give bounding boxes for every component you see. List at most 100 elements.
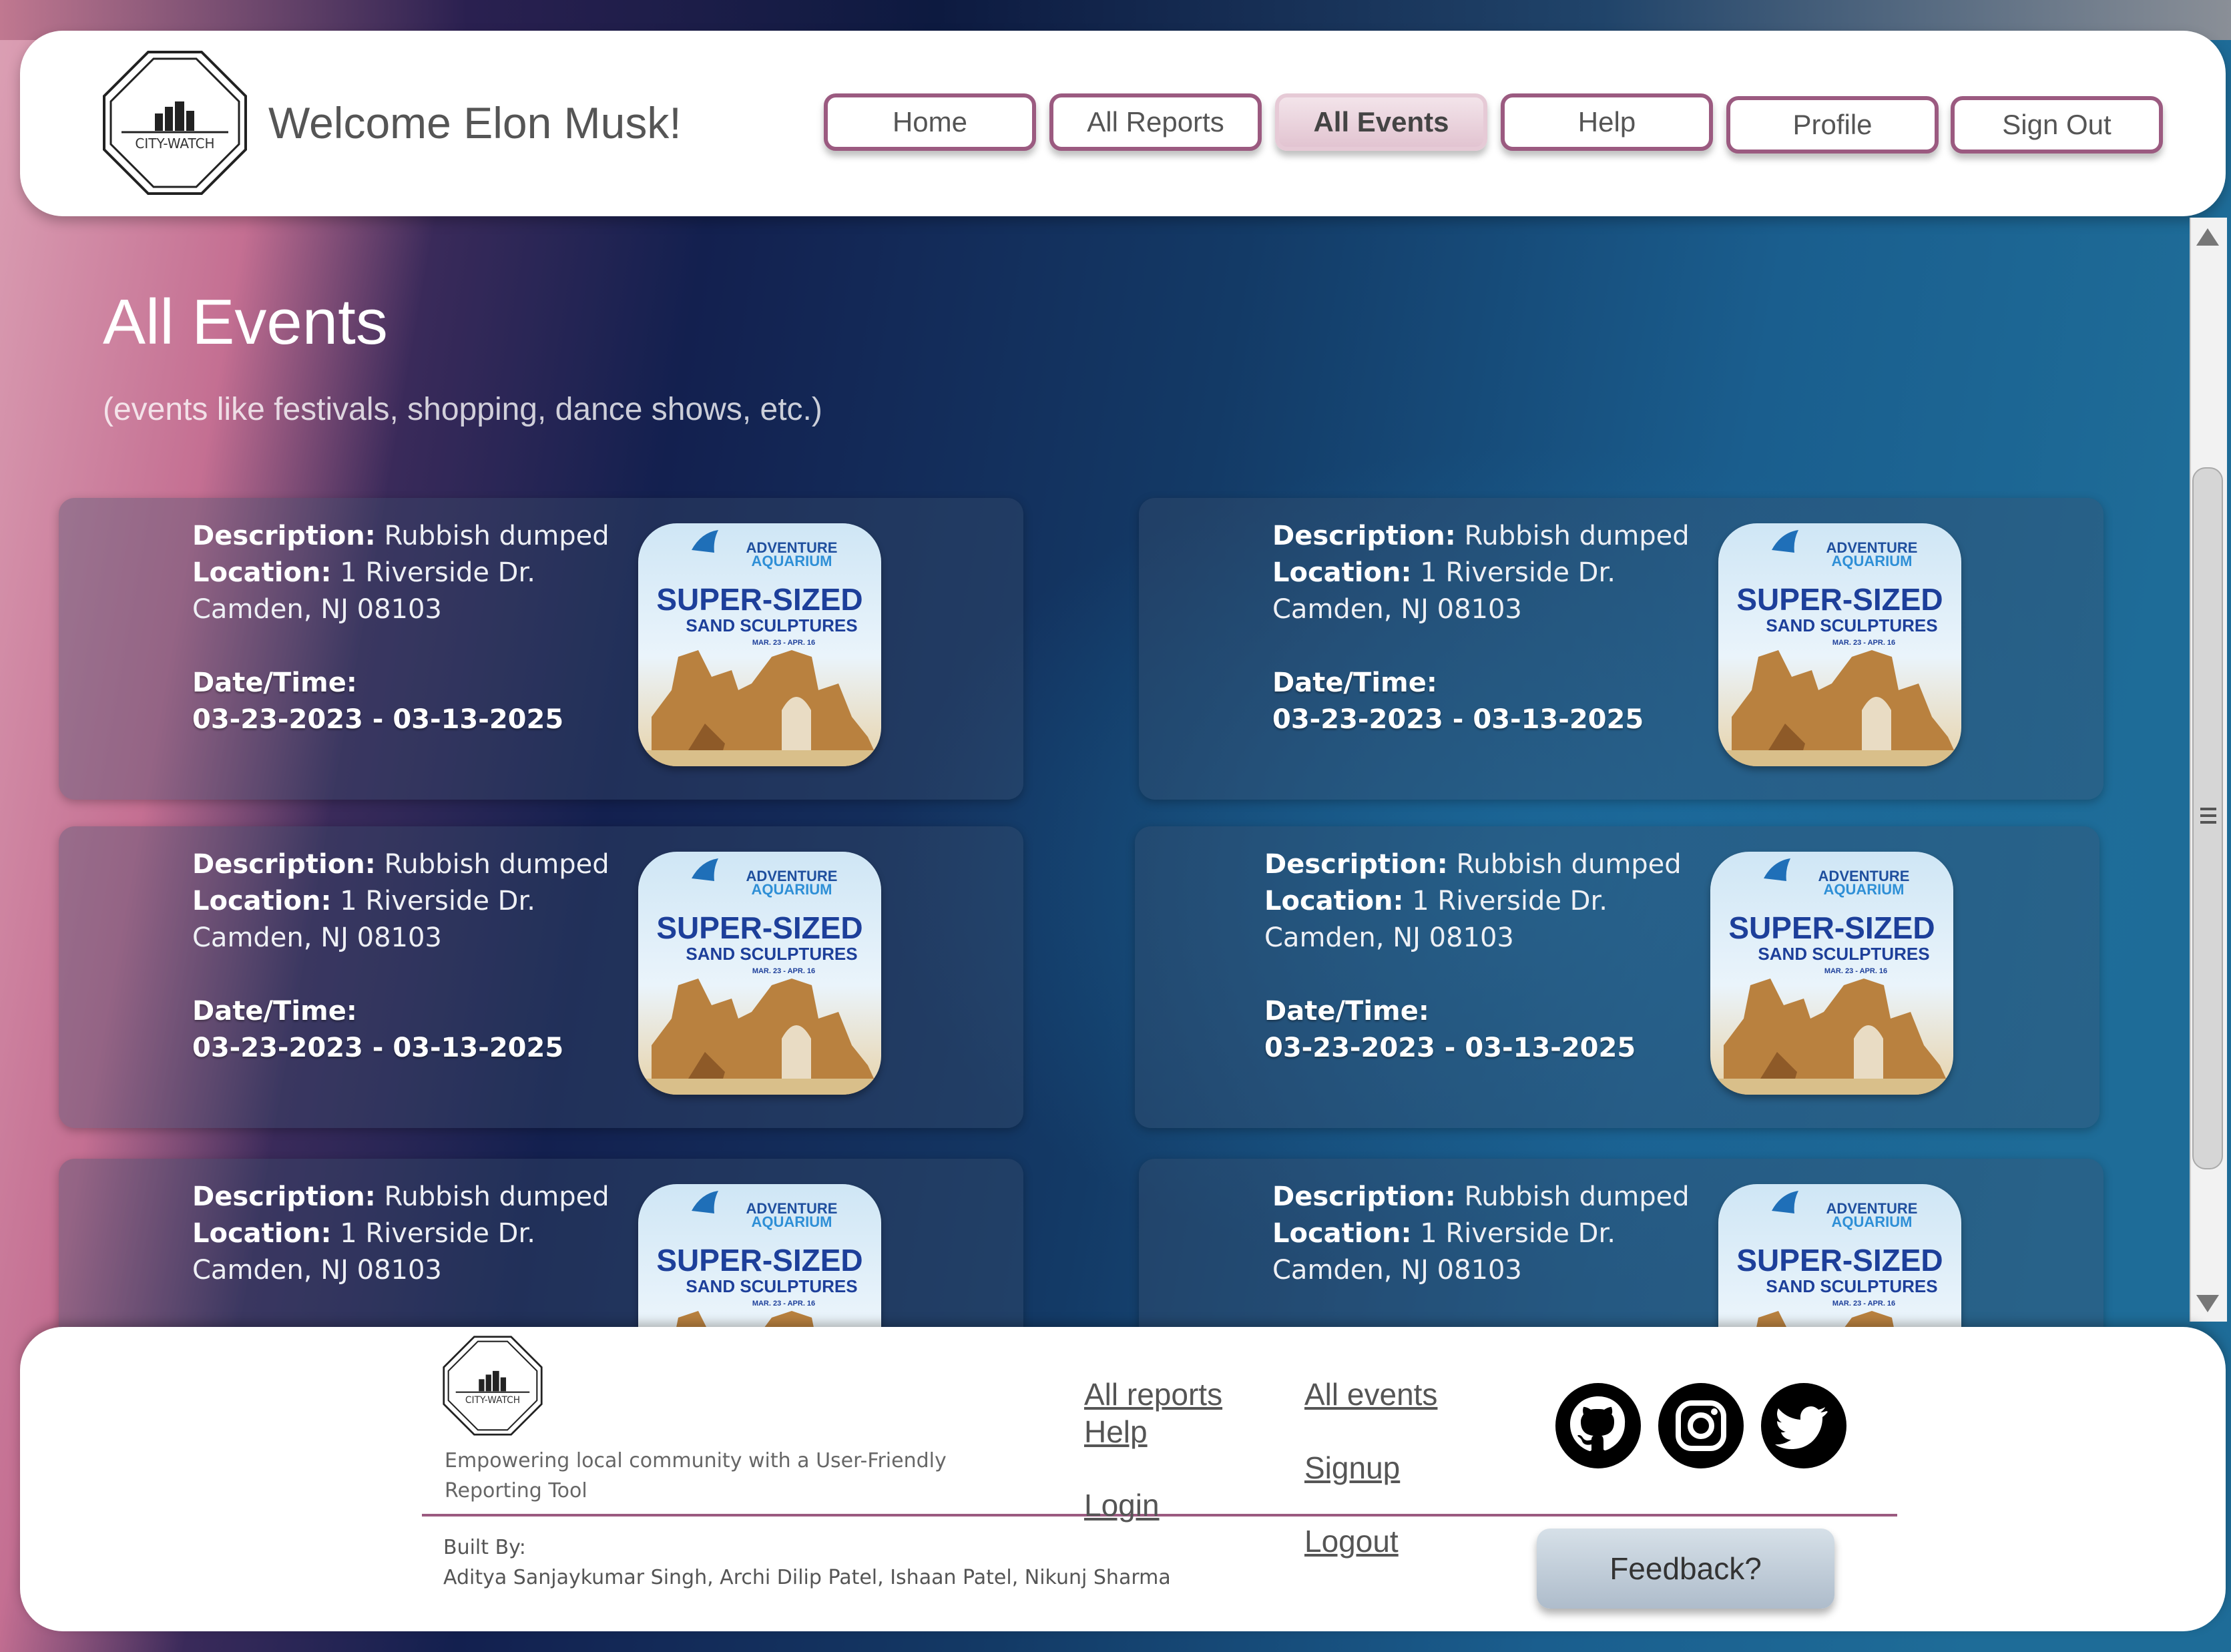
footer-link-all-events[interactable]: All events <box>1304 1376 1437 1412</box>
event-datetime: 03-23-2023 - 03-13-2025 <box>1272 704 1644 735</box>
header-bar: CITY-WATCH Welcome Elon Musk! Home All R… <box>20 31 2226 216</box>
poster-subhead: SAND SCULPTURES <box>686 1276 857 1296</box>
city-watch-logo[interactable]: CITY-WATCH <box>101 49 248 196</box>
footer-link-login[interactable]: Login <box>1084 1487 1160 1523</box>
event-description: Rubbish dumped <box>1464 521 1690 551</box>
poster-dates: MAR. 23 - APR. 16 <box>1824 967 1887 975</box>
description-label: Description: <box>1264 849 1448 880</box>
location-label: Location: <box>192 557 332 588</box>
description-label: Description: <box>1272 521 1456 551</box>
poster-dates: MAR. 23 - APR. 16 <box>752 967 815 975</box>
footer-link-logout[interactable]: Logout <box>1304 1523 1399 1559</box>
event-location-line2: Camden, NJ 08103 <box>192 594 442 625</box>
event-details: Description: Rubbish dumped Location: 1 … <box>192 518 609 738</box>
event-location-line2: Camden, NJ 08103 <box>192 922 442 953</box>
github-icon[interactable] <box>1554 1382 1642 1470</box>
event-location-line2: Camden, NJ 08103 <box>192 1255 442 1286</box>
event-card[interactable]: Description: Rubbish dumped Location: 1 … <box>1135 826 2099 1128</box>
scroll-down-arrow-icon[interactable] <box>2195 1291 2220 1316</box>
event-description: Rubbish dumped <box>384 521 609 551</box>
datetime-label: Date/Time: <box>1272 667 1437 698</box>
event-details: Description: Rubbish dumped Location: 1 … <box>1272 518 1690 738</box>
location-label: Location: <box>192 886 332 916</box>
location-label: Location: <box>1272 1218 1412 1249</box>
poster-headline: SUPER-SIZED <box>1728 910 1935 945</box>
event-poster-image[interactable]: ADVENTURE AQUARIUM SUPER-SIZED SAND SCUL… <box>1718 523 1961 766</box>
nav-home-button[interactable]: Home <box>824 93 1036 151</box>
footer: CITY-WATCH Empowering local community wi… <box>20 1327 2226 1631</box>
event-description: Rubbish dumped <box>384 1181 609 1212</box>
event-card[interactable]: Description: Rubbish dumped Location: 1 … <box>1139 498 2103 800</box>
description-label: Description: <box>1272 1181 1456 1212</box>
poster-dates: MAR. 23 - APR. 16 <box>1832 1300 1895 1308</box>
welcome-message: Welcome Elon Musk! <box>268 98 682 148</box>
twitter-icon[interactable] <box>1760 1382 1848 1470</box>
nav-all-reports-button[interactable]: All Reports <box>1049 93 1262 151</box>
logo-text: CITY-WATCH <box>135 135 214 152</box>
event-poster-image[interactable]: ADVENTURE AQUARIUM SUPER-SIZED SAND SCUL… <box>638 523 881 766</box>
event-card[interactable]: Description: Rubbish dumped Location: 1 … <box>59 498 1023 800</box>
poster-subhead: SAND SCULPTURES <box>1766 615 1937 635</box>
poster-headline: SUPER-SIZED <box>656 582 862 617</box>
footer-link-all-reports[interactable]: All reports <box>1084 1376 1222 1412</box>
built-by-label: Built By: <box>443 1536 526 1559</box>
footer-link-signup[interactable]: Signup <box>1304 1450 1400 1486</box>
event-location-line1: 1 Riverside Dr. <box>340 557 535 588</box>
location-label: Location: <box>1264 886 1404 916</box>
description-label: Description: <box>192 521 376 551</box>
grip-icon <box>2200 808 2216 824</box>
event-details: Description: Rubbish dumped Location: 1 … <box>1264 846 1682 1067</box>
footer-logo-text: CITY-WATCH <box>465 1395 520 1406</box>
poster-brand-bottom: AQUARIUM <box>1832 553 1913 569</box>
poster-subhead: SAND SCULPTURES <box>1758 944 1929 964</box>
poster-dates: MAR. 23 - APR. 16 <box>752 639 815 647</box>
datetime-label: Date/Time: <box>192 996 357 1027</box>
event-description: Rubbish dumped <box>1464 1181 1690 1212</box>
event-poster-image[interactable]: ADVENTURE AQUARIUM SUPER-SIZED SAND SCUL… <box>638 852 881 1095</box>
poster-subhead: SAND SCULPTURES <box>1766 1276 1937 1296</box>
nav-all-events-button[interactable]: All Events <box>1275 93 1487 151</box>
description-label: Description: <box>192 1181 376 1212</box>
description-label: Description: <box>192 849 376 880</box>
event-datetime: 03-23-2023 - 03-13-2025 <box>1264 1033 1636 1063</box>
nav-sign-out-button[interactable]: Sign Out <box>1951 96 2163 154</box>
poster-dates: MAR. 23 - APR. 16 <box>752 1300 815 1308</box>
event-description: Rubbish dumped <box>384 849 609 880</box>
poster-brand-bottom: AQUARIUM <box>752 1213 832 1230</box>
poster-subhead: SAND SCULPTURES <box>686 944 857 964</box>
event-location-line1: 1 Riverside Dr. <box>340 1218 535 1249</box>
nav-profile-button[interactable]: Profile <box>1726 96 1939 154</box>
datetime-label: Date/Time: <box>192 667 357 698</box>
event-location-line1: 1 Riverside Dr. <box>1420 557 1616 588</box>
datetime-label: Date/Time: <box>1264 996 1429 1027</box>
event-location-line1: 1 Riverside Dr. <box>1420 1218 1616 1249</box>
poster-headline: SUPER-SIZED <box>1736 1243 1943 1278</box>
event-details: Description: Rubbish dumped Location: 1 … <box>192 846 609 1067</box>
poster-brand-bottom: AQUARIUM <box>752 553 832 569</box>
poster-dates: MAR. 23 - APR. 16 <box>1832 639 1895 647</box>
footer-divider <box>422 1514 1897 1517</box>
page-subtitle: (events like festivals, shopping, dance … <box>103 392 822 427</box>
event-poster-image[interactable]: ADVENTURE AQUARIUM SUPER-SIZED SAND SCUL… <box>1710 852 1953 1095</box>
built-by: Built By: Aditya Sanjaykumar Singh, Arch… <box>443 1533 1171 1593</box>
footer-link-help[interactable]: Help <box>1084 1414 1148 1450</box>
poster-brand-bottom: AQUARIUM <box>752 881 832 898</box>
poster-brand-bottom: AQUARIUM <box>1824 881 1905 898</box>
built-by-names: Aditya Sanjaykumar Singh, Archi Dilip Pa… <box>443 1566 1171 1589</box>
event-card[interactable]: Description: Rubbish dumped Location: 1 … <box>59 826 1023 1128</box>
poster-headline: SUPER-SIZED <box>656 1243 862 1278</box>
scrollbar-thumb[interactable] <box>2192 467 2223 1169</box>
feedback-button[interactable]: Feedback? <box>1537 1529 1834 1609</box>
event-datetime: 03-23-2023 - 03-13-2025 <box>192 704 564 735</box>
footer-city-watch-logo[interactable]: CITY-WATCH <box>442 1335 543 1436</box>
nav-help-button[interactable]: Help <box>1501 93 1713 151</box>
location-label: Location: <box>1272 557 1412 588</box>
event-location-line1: 1 Riverside Dr. <box>1412 886 1607 916</box>
location-label: Location: <box>192 1218 332 1249</box>
event-location-line2: Camden, NJ 08103 <box>1272 594 1522 625</box>
instagram-icon[interactable] <box>1657 1382 1745 1470</box>
scroll-up-arrow-icon[interactable] <box>2195 224 2220 250</box>
page-title: All Events <box>103 286 388 358</box>
poster-brand-bottom: AQUARIUM <box>1832 1213 1913 1230</box>
event-description: Rubbish dumped <box>1456 849 1682 880</box>
